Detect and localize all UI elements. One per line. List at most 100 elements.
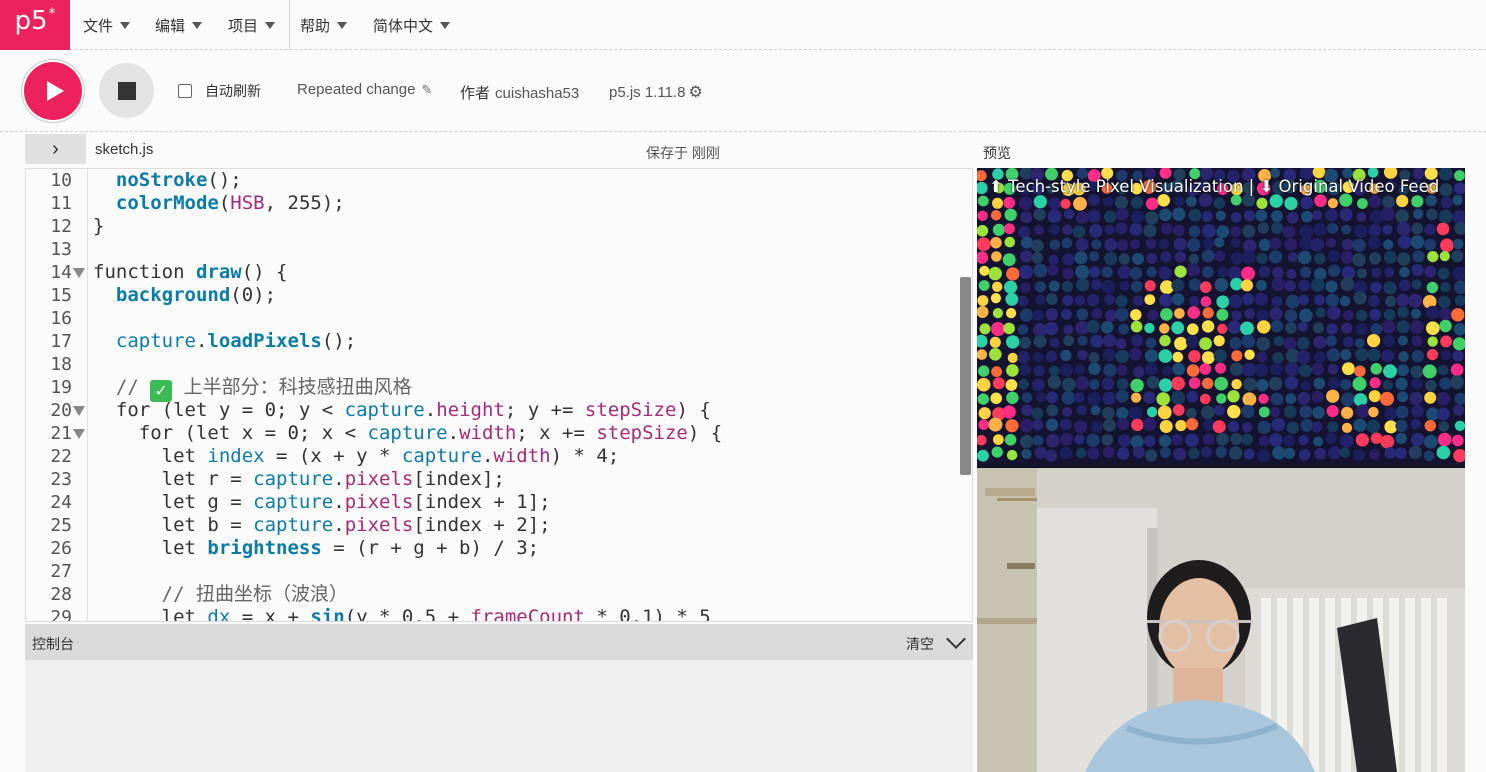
pixel-dot xyxy=(1450,363,1464,377)
code-line[interactable]: 20 for (let y = 0; y < capture.height; y… xyxy=(26,399,972,422)
pixel-dot xyxy=(1004,208,1017,221)
expand-sidebar-button[interactable]: › xyxy=(25,134,86,164)
code-line[interactable]: 26 let brightness = (r + g + b) / 3; xyxy=(26,537,972,560)
pixel-dot xyxy=(1046,293,1058,305)
editor-scrollbar[interactable] xyxy=(960,277,971,475)
pixel-dot xyxy=(1396,293,1410,307)
pixel-dot xyxy=(1174,336,1188,351)
pixel-dot xyxy=(1089,266,1101,278)
pixel-dot xyxy=(1286,211,1299,224)
pixel-dot xyxy=(1299,224,1314,239)
pixel-dot xyxy=(1399,266,1410,278)
code-line[interactable]: 21 for (let x = 0; x < capture.width; x … xyxy=(26,422,972,445)
pixel-dot xyxy=(1144,322,1155,334)
preview-label: 预览 xyxy=(983,145,1011,161)
pixel-dot xyxy=(1073,196,1087,211)
pixel-dot xyxy=(1397,364,1409,377)
pixel-dot xyxy=(1132,295,1144,307)
fold-arrow-icon[interactable] xyxy=(73,429,85,439)
code-line[interactable]: 17 capture.loadPixels(); xyxy=(26,330,972,353)
pixel-dot xyxy=(1216,432,1229,446)
pixel-dot xyxy=(978,365,990,377)
code-editor[interactable]: 10 noStroke(); 11 colorMode(HSB, 255); 12}… xyxy=(25,168,973,622)
code-line[interactable]: 25 let b = capture.pixels[index + 2]; xyxy=(26,514,972,537)
pixel-dot xyxy=(1033,195,1047,209)
code-line[interactable]: 16 xyxy=(26,307,972,330)
code-line[interactable]: 19 // ✓ 上半部分：科技感扭曲风格 xyxy=(26,376,972,402)
pixel-dot xyxy=(1411,279,1422,290)
code-line[interactable]: 14 function draw() { xyxy=(26,261,972,284)
auto-refresh-toggle[interactable]: 自动刷新 xyxy=(178,81,261,101)
pixel-dot xyxy=(1411,404,1424,418)
play-icon xyxy=(46,81,64,101)
pixel-dot xyxy=(1382,379,1393,391)
pixel-dot xyxy=(1300,419,1314,432)
code-line[interactable]: 27 xyxy=(26,560,972,583)
pixel-dot xyxy=(1160,308,1173,321)
fold-arrow-icon[interactable] xyxy=(73,268,85,278)
pencil-icon[interactable]: ✎ xyxy=(421,82,432,98)
code-line[interactable]: 15 background(0); xyxy=(26,284,972,307)
pixel-dot xyxy=(1241,404,1255,418)
pixel-dot xyxy=(978,419,989,430)
stop-button[interactable] xyxy=(99,63,154,118)
gear-icon[interactable]: ⚙ xyxy=(688,82,702,102)
pixel-dot xyxy=(1343,310,1354,321)
pixel-dot xyxy=(1286,421,1300,435)
code-line[interactable]: 11 colorMode(HSB, 255); xyxy=(26,192,972,215)
code-line[interactable]: 13 xyxy=(26,238,972,261)
code-line[interactable]: 28 // 扭曲坐标（波浪） xyxy=(26,583,972,606)
auto-refresh-checkbox[interactable] xyxy=(178,84,192,98)
menu-file[interactable]: 文件 xyxy=(83,0,131,50)
author-link[interactable]: cuishasha53 xyxy=(495,85,579,102)
pixel-dot xyxy=(1257,449,1271,463)
fold-arrow-icon[interactable] xyxy=(73,406,85,416)
code-line[interactable]: 23 let r = capture.pixels[index]; xyxy=(26,468,972,491)
pixel-dot xyxy=(1115,295,1128,308)
console-output xyxy=(25,660,973,772)
code-text: colorMode(HSB, 255); xyxy=(115,192,345,214)
pixel-dot xyxy=(1062,253,1075,266)
menu-edit[interactable]: 编辑 xyxy=(155,0,203,50)
pixel-dot xyxy=(1048,197,1061,210)
version-info[interactable]: p5.js 1.11.8 ⚙ xyxy=(609,82,703,102)
file-tab[interactable]: sketch.js xyxy=(95,141,153,158)
pixel-dot xyxy=(1156,392,1170,406)
preview-canvas[interactable]: ⬆ Tech-style Pixel Visualization | ⬇ Ori… xyxy=(977,168,1465,772)
sketch-name[interactable]: Repeated change ✎ xyxy=(297,81,432,98)
pixel-dot xyxy=(1283,447,1296,459)
pixel-dot xyxy=(1188,208,1202,222)
code-line[interactable]: 29 let dx = x + sin(y * 0.5 + frameCount… xyxy=(26,606,972,621)
pixel-dot xyxy=(1244,349,1255,360)
code-line[interactable]: 10 noStroke(); xyxy=(26,169,972,192)
code-line[interactable]: 24 let g = capture.pixels[index + 1]; xyxy=(26,491,972,514)
pixel-dot xyxy=(1425,194,1437,207)
pixel-dot xyxy=(1033,208,1046,221)
pixel-dot xyxy=(1256,253,1268,265)
pixel-dot xyxy=(1340,349,1352,361)
pixel-dot xyxy=(1101,377,1115,390)
pixel-dot xyxy=(1438,421,1450,432)
pixel-dot xyxy=(1146,376,1160,389)
menu-help[interactable]: 帮助 xyxy=(300,0,348,50)
pixel-dot xyxy=(989,336,1001,348)
code-line[interactable]: 22 let index = (x + y * capture.width) *… xyxy=(26,445,972,468)
pixel-dot xyxy=(1353,418,1367,432)
code-line[interactable]: 18 xyxy=(26,353,972,376)
menu-project[interactable]: 项目 xyxy=(228,0,276,50)
pixel-dot xyxy=(1115,307,1129,322)
pixel-dot xyxy=(1384,420,1398,434)
pixel-dot xyxy=(992,377,1005,390)
chevron-down-icon[interactable] xyxy=(946,629,966,649)
menu-language[interactable]: 简体中文 xyxy=(373,0,451,50)
play-button[interactable] xyxy=(24,62,82,120)
pixel-dot xyxy=(1019,336,1031,349)
pixel-dot xyxy=(1060,349,1072,362)
p5-logo[interactable]: p5 * xyxy=(0,0,70,50)
console-clear-button[interactable]: 清空 xyxy=(906,634,934,654)
pixel-dot xyxy=(1398,279,1411,292)
pixel-dot xyxy=(1382,195,1395,209)
code-line[interactable]: 12} xyxy=(26,215,972,238)
pixel-dot xyxy=(1003,197,1015,209)
pixel-dot xyxy=(1426,281,1439,294)
